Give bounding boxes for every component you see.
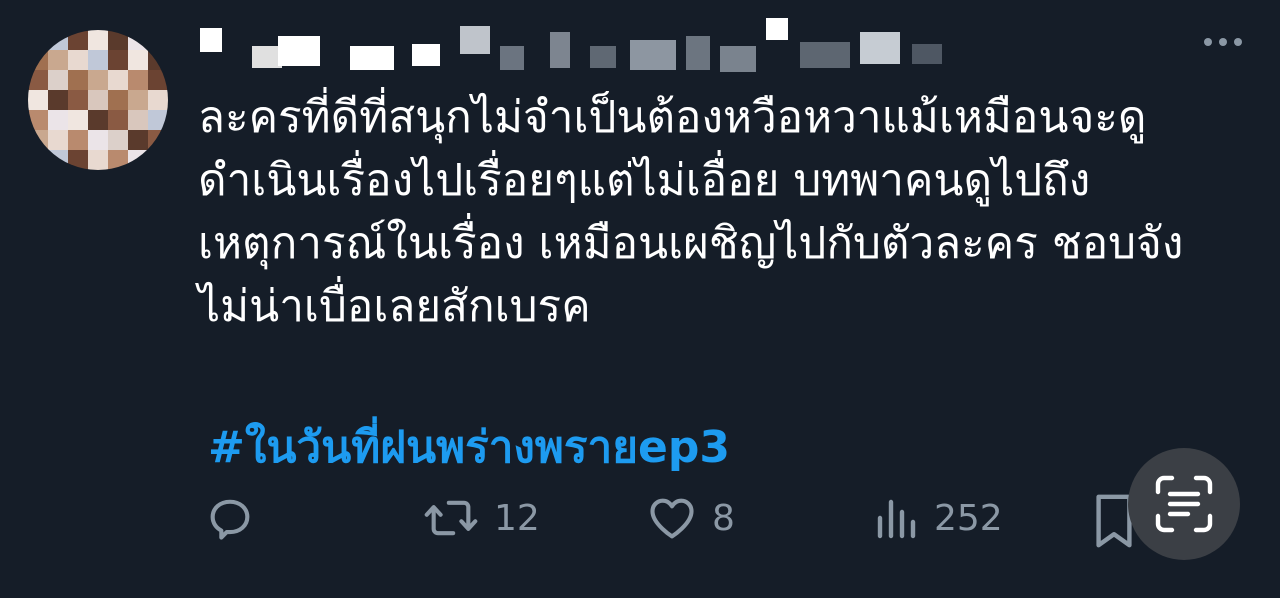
- blur-block: [460, 26, 490, 54]
- avatar-pixel: [88, 90, 108, 110]
- tweet-text: ละครที่ดีที่สนุกไม่จำเป็นต้องหวือหวาแม้เ…: [198, 86, 1238, 338]
- avatar-pixel: [88, 50, 108, 70]
- blur-block: [860, 32, 900, 64]
- avatar-pixel: [68, 110, 88, 130]
- action-bar: 12 8 252: [0, 492, 1280, 562]
- avatar-pixel: [148, 70, 168, 90]
- avatar-pixel: [68, 70, 88, 90]
- avatar-pixel: [48, 110, 68, 130]
- avatar-pixel: [68, 90, 88, 110]
- avatar-pixel: [108, 150, 128, 170]
- blur-block: [350, 46, 394, 70]
- avatar-pixel: [128, 30, 148, 50]
- avatar-pixel: [48, 150, 68, 170]
- like-button[interactable]: 8: [646, 492, 735, 544]
- blur-block: [686, 36, 710, 70]
- avatar[interactable]: [28, 30, 168, 170]
- avatar-pixel: [108, 50, 128, 70]
- scan-text-icon: [1155, 475, 1213, 533]
- blur-block: [800, 42, 850, 68]
- avatar-pixel: [128, 50, 148, 70]
- avatar-pixel: [48, 70, 68, 90]
- avatar-pixel: [48, 90, 68, 110]
- avatar-pixel: [48, 30, 68, 50]
- retweet-count: 12: [494, 497, 540, 539]
- retweet-icon: [424, 500, 478, 536]
- tweet-text-line: เหตุการณ์ในเรื่อง เหมือนเผชิญไปกับตัวละค…: [198, 218, 1184, 269]
- blur-block: [720, 46, 756, 72]
- more-icon[interactable]: [1204, 38, 1242, 46]
- blur-block: [500, 46, 524, 70]
- blur-block: [912, 44, 942, 64]
- user-header-blurred[interactable]: [200, 18, 960, 72]
- blur-block: [766, 18, 788, 40]
- avatar-pixel: [148, 130, 168, 150]
- avatar-pixel: [108, 90, 128, 110]
- avatar-pixel: [28, 130, 48, 150]
- avatar-pixel: [148, 90, 168, 110]
- tweet-text-line: ดำเนินเรื่องไปเรื่อยๆแต่ไม่เอื่อย บทพาคน…: [198, 155, 1091, 206]
- blur-block: [550, 32, 570, 68]
- avatar-pixel: [68, 130, 88, 150]
- avatar-pixel: [148, 30, 168, 50]
- avatar-pixel: [128, 90, 148, 110]
- scan-text-button[interactable]: [1128, 448, 1240, 560]
- reply-button[interactable]: [204, 492, 256, 544]
- blur-block: [200, 28, 222, 52]
- avatar-pixel: [108, 130, 128, 150]
- avatar-pixel: [28, 70, 48, 90]
- avatar-pixel: [48, 50, 68, 70]
- blur-block: [590, 46, 616, 68]
- avatar-pixel: [28, 50, 48, 70]
- avatar-pixel: [128, 150, 148, 170]
- reply-icon: [210, 499, 250, 540]
- avatar-pixel: [88, 30, 108, 50]
- avatar-pixel: [28, 90, 48, 110]
- hashtag-link[interactable]: #ในวันที่ฝนพร่างพรายep3: [208, 412, 730, 482]
- views-button[interactable]: 252: [872, 492, 1003, 544]
- avatar-pixel: [108, 110, 128, 130]
- avatar-pixel: [128, 110, 148, 130]
- avatar-pixel: [68, 150, 88, 170]
- tweet-text-line: ไม่น่าเบื่อเลยสักเบรค: [198, 281, 591, 332]
- blur-block: [278, 36, 320, 66]
- like-count: 8: [712, 497, 735, 539]
- heart-icon: [650, 498, 694, 539]
- avatar-pixel: [148, 50, 168, 70]
- avatar-pixel: [28, 150, 48, 170]
- avatar-pixel: [88, 110, 108, 130]
- avatar-pixel: [88, 70, 108, 90]
- avatar-pixel: [68, 30, 88, 50]
- blur-block: [630, 40, 676, 70]
- blur-block: [412, 44, 440, 66]
- tweet-text-line: ละครที่ดีที่สนุกไม่จำเป็นต้องหวือหวาแม้เ…: [198, 92, 1147, 143]
- avatar-pixel: [88, 150, 108, 170]
- avatar-pixel: [128, 70, 148, 90]
- avatar-pixel: [148, 150, 168, 170]
- avatar-pixel: [68, 50, 88, 70]
- avatar-pixel: [48, 130, 68, 150]
- avatar-pixel: [148, 110, 168, 130]
- avatar-pixel: [128, 130, 148, 150]
- avatar-pixel: [28, 30, 48, 50]
- retweet-button[interactable]: 12: [422, 492, 540, 544]
- views-icon: [877, 499, 916, 539]
- avatar-pixel: [108, 70, 128, 90]
- avatar-pixel: [108, 30, 128, 50]
- tweet[interactable]: ละครที่ดีที่สนุกไม่จำเป็นต้องหวือหวาแม้เ…: [0, 0, 1280, 598]
- view-count: 252: [934, 497, 1003, 539]
- avatar-pixel: [28, 110, 48, 130]
- avatar-pixel: [88, 130, 108, 150]
